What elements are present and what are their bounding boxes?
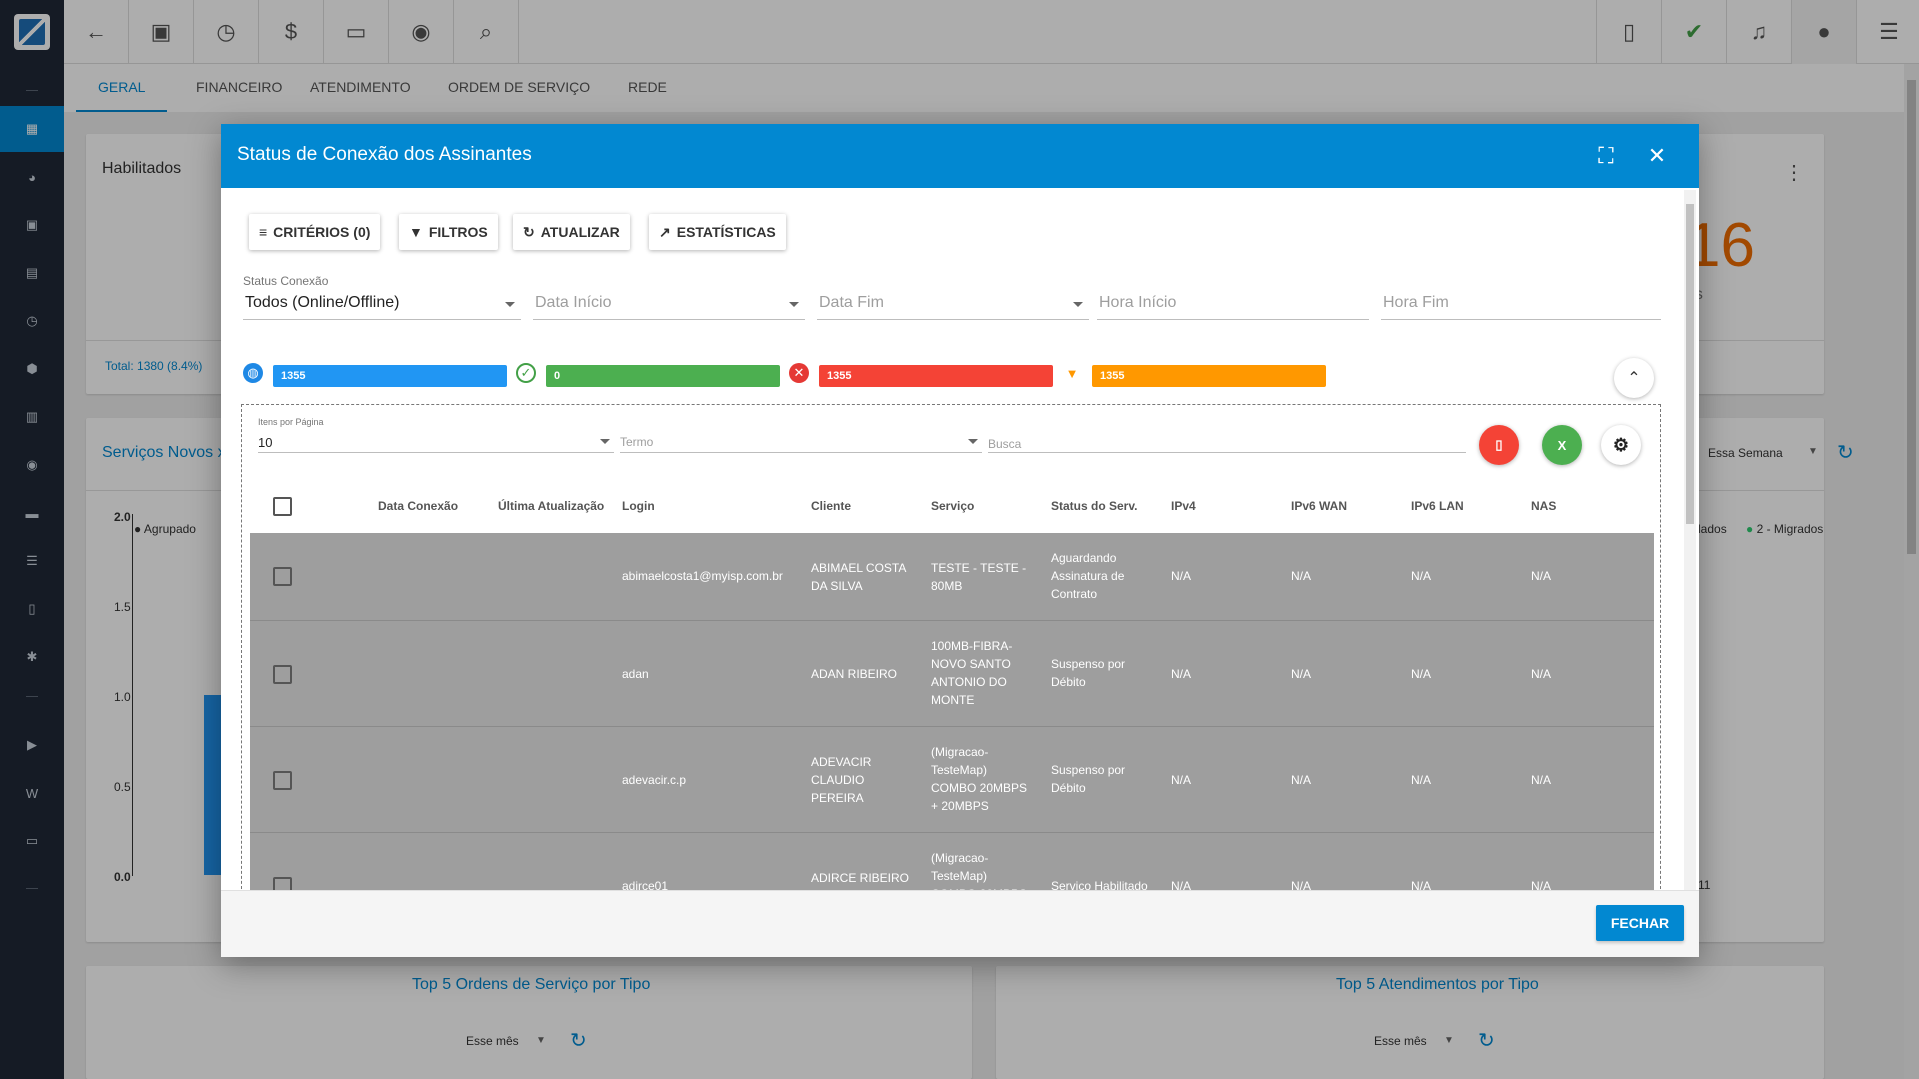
- ipv6-wan-cell: N/A: [1291, 879, 1312, 890]
- cliente-cell: ADIRCE RIBEIRO DE ALMEIDA: [811, 871, 910, 890]
- termo-select[interactable]: Termo: [620, 417, 982, 453]
- row-checkbox[interactable]: [273, 567, 292, 586]
- funnel-icon: ▼: [409, 224, 423, 240]
- status-cell: Suspenso por Débito: [1051, 657, 1126, 689]
- cancel-circle-icon: ✕: [789, 363, 809, 383]
- cliente-cell: ABIMAEL COSTA DA SILVA: [811, 561, 906, 593]
- table-row[interactable]: adevacir.c.p ADEVACIR CLAUDIO PEREIRA (M…: [250, 727, 1654, 833]
- ipv4-cell: N/A: [1171, 773, 1192, 787]
- column-header[interactable]: Login: [622, 499, 655, 513]
- nas-cell: N/A: [1531, 667, 1552, 681]
- status-cell: Aguardando Assinatura de Contrato: [1051, 551, 1125, 601]
- row-checkbox[interactable]: [273, 877, 292, 890]
- ipv6-wan-cell: N/A: [1291, 667, 1312, 681]
- status-cell: Suspenso por Débito: [1051, 763, 1126, 795]
- ipv6-lan-cell: N/A: [1411, 879, 1432, 890]
- status-conexao-select[interactable]: Status Conexão Todos (Online/Offline): [243, 272, 521, 320]
- estatisticas-button[interactable]: ↗ ESTATÍSTICAS: [649, 214, 786, 250]
- chart-line-icon: ↗: [659, 223, 671, 240]
- dropdown-caret-icon: [1073, 302, 1083, 307]
- table-header: Data Conexão Última Atualização Login Cl…: [250, 483, 1654, 533]
- column-header[interactable]: IPv4: [1171, 499, 1196, 513]
- fechar-button[interactable]: FECHAR: [1596, 905, 1684, 941]
- table-row[interactable]: abimaelcosta1@myisp.com.br ABIMAEL COSTA…: [250, 533, 1654, 621]
- busca-input[interactable]: Busca: [988, 417, 1466, 453]
- dialog-footer: FECHAR: [221, 890, 1699, 957]
- ipv4-cell: N/A: [1171, 569, 1192, 583]
- dialog-scrollbar[interactable]: [1684, 190, 1696, 890]
- table-row[interactable]: adan ADAN RIBEIRO 100MB-FIBRA-NOVO SANTO…: [250, 621, 1654, 727]
- hora-inicio-field[interactable]: Hora Início: [1097, 272, 1369, 320]
- column-header[interactable]: Status do Serv.: [1051, 499, 1137, 513]
- total-stat-bar[interactable]: 1355: [273, 365, 507, 387]
- ipv6-wan-cell: N/A: [1291, 773, 1312, 787]
- servico-cell: (Migracao-TesteMap) COMBO 20MBPS + 20MBP…: [931, 745, 1028, 813]
- column-header[interactable]: Serviço: [931, 499, 974, 513]
- export-pdf-icon[interactable]: ▯: [1479, 425, 1519, 465]
- globe-icon: ◍: [243, 363, 263, 383]
- dropdown-caret-icon: [789, 302, 799, 307]
- status-cell: Serviço Habilitado: [1051, 879, 1148, 890]
- column-header[interactable]: Data Conexão: [378, 499, 458, 513]
- column-header[interactable]: IPv6 WAN: [1291, 499, 1347, 513]
- cliente-cell: ADAN RIBEIRO: [811, 667, 898, 681]
- data-inicio-field[interactable]: Data Início: [533, 272, 805, 320]
- ipv6-lan-cell: N/A: [1411, 569, 1432, 583]
- subscribers-table-panel: Itens por Página 10 Termo Busca ▯ X ⚙ Da…: [241, 404, 1661, 890]
- row-checkbox[interactable]: [273, 665, 292, 684]
- items-per-page-select[interactable]: Itens por Página 10: [258, 417, 614, 453]
- select-all-checkbox[interactable]: [273, 497, 292, 516]
- column-header[interactable]: NAS: [1531, 499, 1556, 513]
- column-header[interactable]: Última Atualização: [498, 499, 604, 513]
- dialog-header: Status de Conexão dos Assinantes ⛶ ✕: [221, 124, 1699, 188]
- fullscreen-icon[interactable]: ⛶: [1592, 142, 1620, 170]
- connection-status-dialog: Status de Conexão dos Assinantes ⛶ ✕ ≡ C…: [221, 124, 1699, 957]
- login-cell: adevacir.c.p: [622, 773, 687, 787]
- close-icon[interactable]: ✕: [1643, 142, 1671, 170]
- ipv4-cell: N/A: [1171, 879, 1192, 890]
- nas-cell: N/A: [1531, 879, 1552, 890]
- dropdown-caret-icon: [505, 302, 515, 307]
- ipv6-wan-cell: N/A: [1291, 569, 1312, 583]
- nas-cell: N/A: [1531, 569, 1552, 583]
- dialog-body: ≡ CRITÉRIOS (0) ▼ FILTROS ↻ ATUALIZAR ↗ …: [221, 188, 1699, 890]
- cliente-cell: ADEVACIR CLAUDIO PEREIRA: [811, 755, 872, 805]
- hora-fim-field[interactable]: Hora Fim: [1381, 272, 1661, 320]
- dialog-title: Status de Conexão dos Assinantes: [237, 144, 532, 165]
- filtered-stat-bar[interactable]: 1355: [1092, 365, 1326, 387]
- servico-cell: 100MB-FIBRA-NOVO SANTO ANTONIO DO MONTE: [931, 639, 1013, 707]
- gear-icon[interactable]: ⚙: [1601, 425, 1641, 465]
- login-cell: abimaelcosta1@myisp.com.br: [622, 569, 783, 583]
- funnel-icon: ▼: [1065, 365, 1079, 381]
- offline-stat-bar[interactable]: 1355: [819, 365, 1053, 387]
- ipv4-cell: N/A: [1171, 667, 1192, 681]
- data-fim-field[interactable]: Data Fim: [817, 272, 1089, 320]
- column-header[interactable]: IPv6 LAN: [1411, 499, 1464, 513]
- dropdown-caret-icon: [600, 439, 610, 444]
- servico-cell: TESTE - TESTE - 80MB: [931, 561, 1027, 593]
- filtros-button[interactable]: ▼ FILTROS: [399, 214, 498, 250]
- row-checkbox[interactable]: [273, 771, 292, 790]
- online-stat-bar[interactable]: 0: [546, 365, 780, 387]
- column-header[interactable]: Cliente: [811, 499, 851, 513]
- login-cell: adirce01: [622, 879, 669, 890]
- table-row[interactable]: adirce01 ADIRCE RIBEIRO DE ALMEIDA (Migr…: [250, 833, 1654, 890]
- ipv6-lan-cell: N/A: [1411, 667, 1432, 681]
- dropdown-caret-icon: [968, 439, 978, 444]
- refresh-icon: ↻: [523, 223, 535, 240]
- criterios-button[interactable]: ≡ CRITÉRIOS (0): [249, 214, 381, 250]
- atualizar-button[interactable]: ↻ ATUALIZAR: [513, 214, 630, 250]
- export-excel-icon[interactable]: X: [1542, 425, 1582, 465]
- filter-list-icon: ≡: [259, 224, 268, 240]
- nas-cell: N/A: [1531, 773, 1552, 787]
- login-cell: adan: [622, 667, 649, 681]
- servico-cell: (Migracao-TesteMap) COMBO 20MBPS: [931, 851, 1027, 890]
- check-circle-icon: ✓: [516, 363, 536, 383]
- chevron-up-icon[interactable]: ⌃: [1614, 358, 1654, 398]
- ipv6-lan-cell: N/A: [1411, 773, 1432, 787]
